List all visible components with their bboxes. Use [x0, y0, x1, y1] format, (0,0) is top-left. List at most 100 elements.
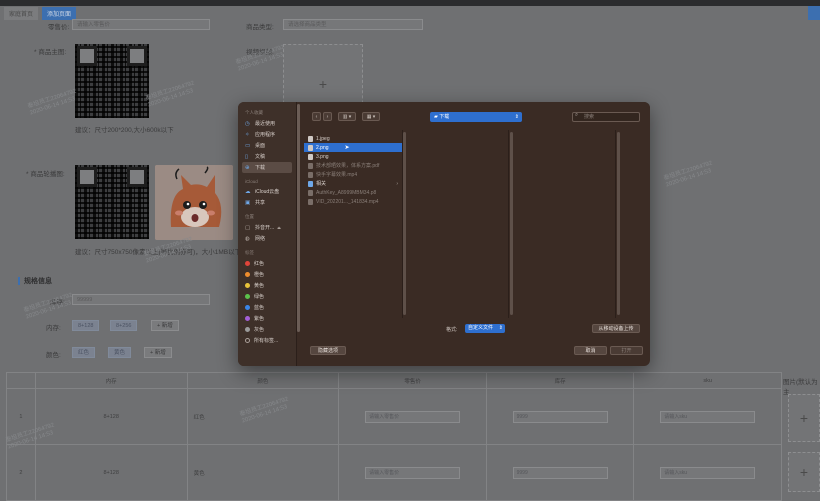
- main-image-qr-thumbnail[interactable]: [75, 44, 149, 118]
- location-popup[interactable]: ▰ 下载 ⇕: [430, 112, 522, 122]
- page-tabs: 家庭首页 添加页面: [0, 6, 77, 20]
- row-image-upload[interactable]: +: [788, 452, 820, 492]
- file-item-mp4[interactable]: 快手字幕效果.mp4: [304, 170, 402, 179]
- table-header: 库存: [485, 372, 635, 389]
- color-chip[interactable]: 黄色: [108, 347, 132, 358]
- sidebar-tag-green[interactable]: 绿色: [238, 291, 296, 302]
- hide-options-button[interactable]: 隐藏选项: [310, 346, 346, 355]
- empty-column: [408, 130, 509, 318]
- sidebar-item-shared[interactable]: ▣ 共享: [238, 197, 296, 208]
- sidebar-tag-orange[interactable]: 橙色: [238, 269, 296, 280]
- sidebar-tag-gray[interactable]: 灰色: [238, 324, 296, 335]
- detail-image-qr-thumbnail[interactable]: [75, 165, 149, 239]
- row-stock-input[interactable]: 9999: [512, 410, 608, 423]
- memory-chip[interactable]: 8+128: [72, 320, 100, 331]
- cancel-button[interactable]: 取消: [574, 346, 607, 355]
- row-image-upload[interactable]: +: [788, 394, 820, 442]
- sidebar-item-network[interactable]: ◍ 网络: [238, 233, 296, 244]
- table-row: 1 8+128 红色 请输入零售价 9999 请输入sku: [6, 388, 782, 445]
- format-select[interactable]: 自定义文件 ⇕: [465, 324, 505, 333]
- row-price-input[interactable]: 请输入零售价: [365, 466, 461, 479]
- tab-home[interactable]: 家庭首页: [4, 6, 39, 20]
- tag-dot-icon: [245, 305, 250, 310]
- open-button[interactable]: 打开: [610, 346, 643, 355]
- main-image-label: * 商品主图:: [34, 49, 67, 56]
- watermark: 泰坦员工22064792 2020-06-14 14:53: [145, 80, 196, 109]
- tag-dot-icon: [245, 283, 250, 288]
- add-memory-button[interactable]: + 新增: [151, 320, 179, 331]
- stock-input[interactable]: 99999: [72, 294, 210, 305]
- retail-price-label: 零售价:: [48, 24, 70, 31]
- watermark: 泰坦员工22064792 2020-06-14 14:53: [143, 236, 194, 265]
- memory-chip[interactable]: 8+256: [110, 320, 138, 331]
- file-item-1-jpeg[interactable]: 1.jpeg: [304, 134, 402, 143]
- sidebar-item-icloud-drive[interactable]: ☁ iCloud云盘: [238, 186, 296, 197]
- sidebar-favorites-header: 个人收藏: [245, 110, 263, 115]
- watermark: 泰坦员工22064792 2020-06-14 14:53: [663, 160, 714, 189]
- document-icon: ▯: [245, 153, 249, 160]
- tab-add-page[interactable]: 添加页面: [42, 6, 77, 20]
- tag-dot-icon: [245, 261, 250, 266]
- view-mode-button[interactable]: ▥ ▾: [338, 112, 356, 121]
- sidebar-tag-yellow[interactable]: 黄色: [238, 280, 296, 291]
- cloud-icon: ☁: [245, 188, 251, 195]
- folder-item-related[interactable]: 相关 ›: [304, 179, 402, 188]
- row-sku-input[interactable]: 请输入sku: [660, 410, 756, 423]
- column-scrollbar[interactable]: [403, 132, 406, 315]
- row-memory: 8+128: [34, 444, 188, 501]
- sidebar-tag-purple[interactable]: 紫色: [238, 313, 296, 324]
- sidebar-tag-red[interactable]: 红色: [238, 258, 296, 269]
- table-header: sku: [633, 372, 782, 389]
- file-item-vid[interactable]: VID_202201..._141834.mp4: [304, 197, 402, 206]
- sidebar-icloud-header: iCloud: [245, 179, 258, 184]
- column-scrollbar[interactable]: [510, 132, 513, 315]
- top-right-action-button[interactable]: [808, 6, 820, 20]
- sidebar-item-disk[interactable]: ▢ 抖音开... ⏏: [238, 222, 296, 233]
- table-header: 零售价: [338, 372, 487, 389]
- file-item-3-png[interactable]: 3.png: [304, 152, 402, 161]
- upload-from-mobile-button[interactable]: 从移动设备上传: [592, 324, 640, 333]
- image-file-icon: [308, 144, 313, 151]
- column-scrollbar[interactable]: [617, 132, 620, 315]
- tag-dot-icon: [245, 338, 250, 343]
- dialog-bottom-bar: 格式: 自定义文件 ⇕ 从移动设备上传: [300, 318, 650, 366]
- downloads-column: 1.jpeg 2.png ➤ 3.png 技术部晒效果，体系方案.pdf 快手字幕…: [304, 130, 403, 318]
- dialog-toolbar: ‹ › ▥ ▾ ▦ ▾ ▰ 下载 ⇕ 搜索 ⌕: [300, 102, 650, 130]
- sidebar-item-desktop[interactable]: ▭ 桌面: [238, 140, 296, 151]
- detail-image-cat-thumbnail[interactable]: [155, 165, 233, 240]
- product-type-select[interactable]: 请选择商品类型: [283, 19, 423, 30]
- main-image-hint: 建议：尺寸200*200,大小600k以下: [75, 127, 174, 134]
- row-memory: 8+128: [34, 388, 188, 445]
- eject-icon[interactable]: ⏏: [277, 225, 281, 230]
- sidebar-item-applications[interactable]: ✧ 应用程序: [238, 129, 296, 140]
- add-color-button[interactable]: + 新增: [144, 347, 172, 358]
- sidebar-tag-blue[interactable]: 蓝色: [238, 302, 296, 313]
- spec-section-title: 规格信息: [18, 277, 52, 285]
- plus-icon: +: [318, 76, 328, 92]
- image-file-icon: [308, 135, 313, 142]
- video-file-icon: [308, 171, 313, 178]
- retail-price-input[interactable]: 请输入零售价: [72, 19, 210, 30]
- updown-chevron-icon: ⇕: [514, 114, 519, 120]
- back-button[interactable]: ‹: [312, 112, 321, 121]
- group-by-button[interactable]: ▦ ▾: [362, 112, 380, 121]
- row-sku-input[interactable]: 请输入sku: [660, 466, 756, 479]
- sidebar-item-downloads[interactable]: ⊕ 下载: [242, 162, 292, 173]
- row-stock-input[interactable]: 9999: [512, 466, 608, 479]
- file-item-pdf[interactable]: 技术部晒效果，体系方案.pdf: [304, 161, 402, 170]
- file-item-p8[interactable]: AuthKey_A8999MBM34.p8: [304, 188, 402, 197]
- sidebar-item-documents[interactable]: ▯ 文稿: [238, 151, 296, 162]
- row-price-input[interactable]: 请输入零售价: [365, 410, 461, 423]
- file-item-2-png[interactable]: 2.png ➤: [304, 143, 402, 152]
- columns-view-icon: ▥ ▾: [342, 114, 352, 120]
- color-chip[interactable]: 红色: [72, 347, 96, 358]
- search-field[interactable]: 搜索: [572, 112, 640, 122]
- image-file-icon: [308, 153, 313, 160]
- apps-icon: ✧: [245, 131, 250, 138]
- sidebar-item-recent[interactable]: ◷ 最近使用: [238, 118, 296, 129]
- forward-button[interactable]: ›: [323, 112, 332, 121]
- sidebar-all-tags[interactable]: 所有标签...: [238, 335, 296, 346]
- tag-dot-icon: [245, 316, 250, 321]
- detail-image-label: * 商品轮播图:: [26, 171, 65, 178]
- globe-icon: ◍: [245, 235, 250, 242]
